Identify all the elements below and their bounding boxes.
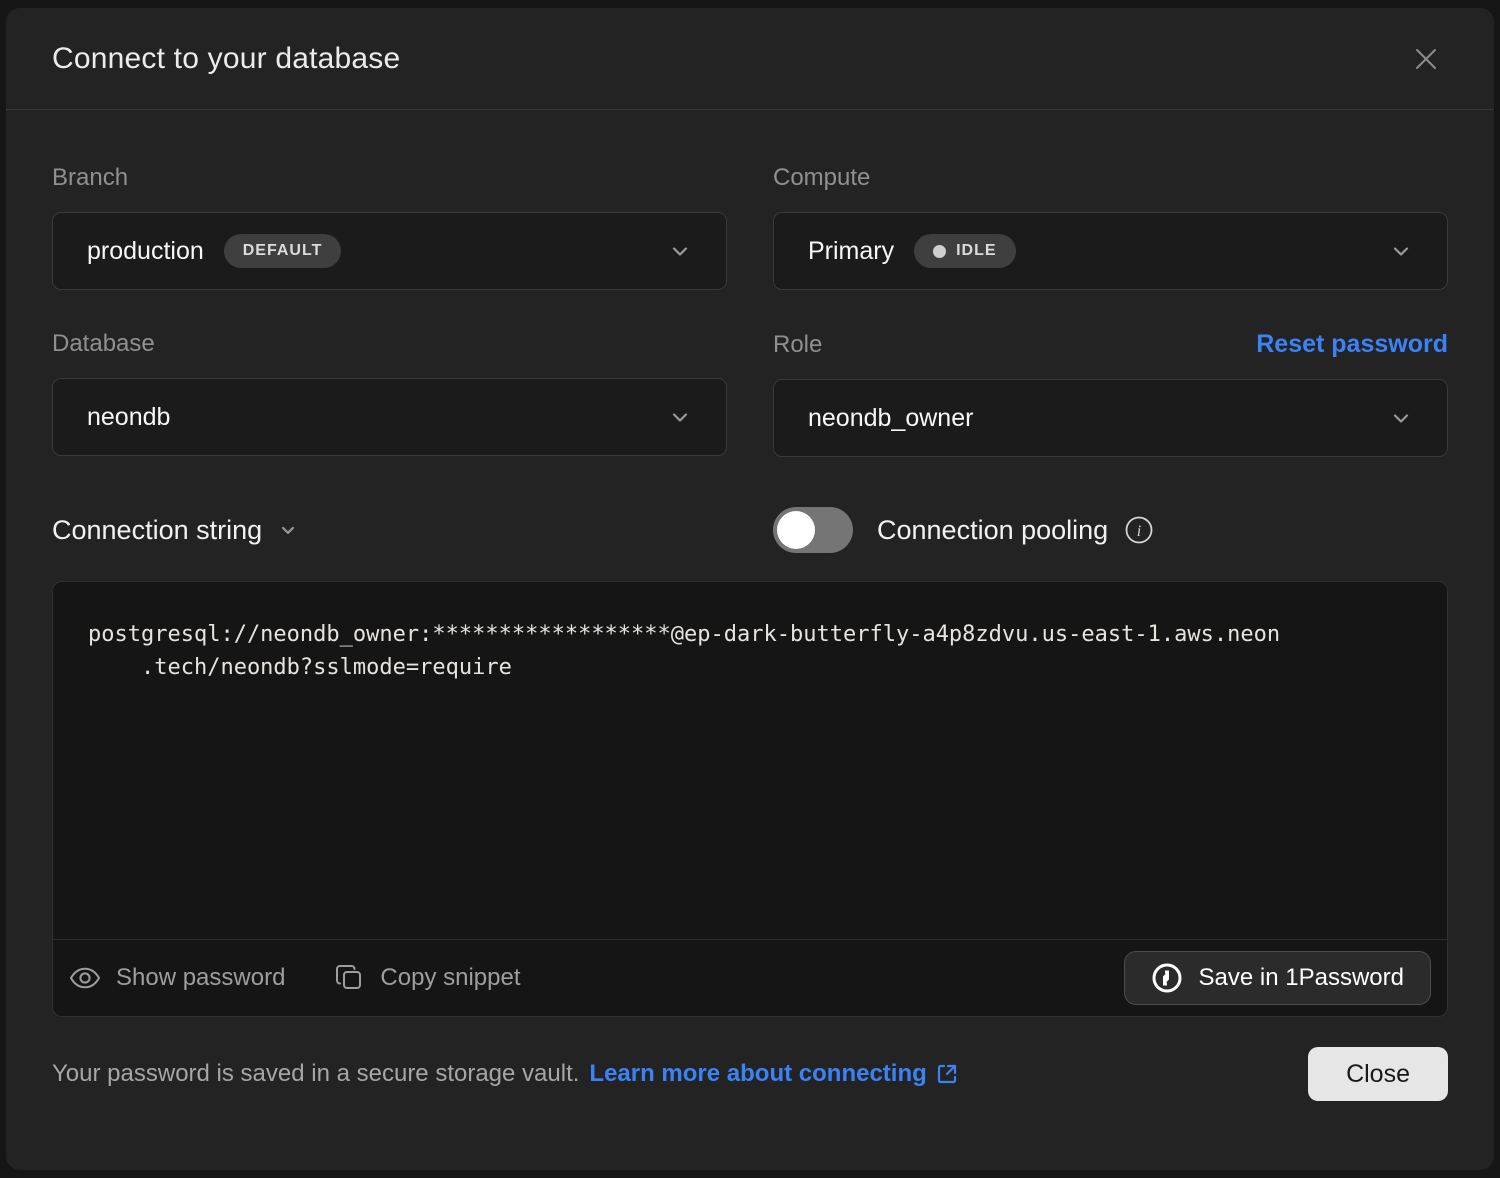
branch-select[interactable]: production DEFAULT <box>52 212 727 290</box>
database-select[interactable]: neondb <box>52 378 727 456</box>
copy-snippet-label: Copy snippet <box>380 964 520 992</box>
branch-label: Branch <box>52 164 128 192</box>
idle-badge-label: IDLE <box>956 242 996 260</box>
connection-string-value[interactable]: postgresql://neondb_owner:**************… <box>53 582 1447 939</box>
show-password-label: Show password <box>116 964 285 992</box>
chevron-down-icon <box>668 405 692 429</box>
default-badge: DEFAULT <box>224 234 342 268</box>
modal-title: Connect to your database <box>52 42 400 76</box>
branch-value: production <box>87 237 204 266</box>
save-in-1password-label: Save in 1Password <box>1199 964 1404 992</box>
copy-snippet-button[interactable]: Copy snippet <box>333 961 520 995</box>
info-icon[interactable]: i <box>1124 515 1154 545</box>
show-password-button[interactable]: Show password <box>67 960 285 996</box>
save-in-1password-button[interactable]: Save in 1Password <box>1124 951 1431 1005</box>
connect-database-modal: Connect to your database Branch producti… <box>6 8 1494 1170</box>
modal-body: Branch production DEFAULT Compute <box>6 110 1494 1170</box>
role-select[interactable]: neondb_owner <box>773 379 1448 457</box>
connection-string-actions: Show password Copy snippet <box>53 939 1447 1016</box>
1password-icon <box>1151 962 1183 994</box>
chevron-down-icon <box>278 520 298 540</box>
role-field-group: Role Reset password neondb_owner <box>773 330 1448 457</box>
modal-footer: Your password is saved in a secure stora… <box>52 1047 1448 1101</box>
external-link-icon <box>935 1062 959 1086</box>
reset-password-link[interactable]: Reset password <box>1256 330 1448 359</box>
connection-string-dropdown[interactable]: Connection string <box>52 515 727 546</box>
connection-pooling-row: Connection pooling i <box>773 507 1448 553</box>
role-label: Role <box>773 331 822 359</box>
compute-field-group: Compute Primary IDLE <box>773 164 1448 290</box>
connection-string-label: Connection string <box>52 515 262 546</box>
status-dot-icon <box>933 245 946 258</box>
compute-select[interactable]: Primary IDLE <box>773 212 1448 290</box>
connection-string-panel: postgresql://neondb_owner:**************… <box>52 581 1448 1017</box>
learn-more-link[interactable]: Learn more about connecting <box>589 1060 958 1088</box>
compute-value: Primary <box>808 237 894 266</box>
branch-field-group: Branch production DEFAULT <box>52 164 727 290</box>
password-vault-note: Your password is saved in a secure stora… <box>52 1060 959 1088</box>
compute-label: Compute <box>773 164 870 192</box>
svg-text:i: i <box>1137 523 1141 540</box>
close-icon <box>1410 43 1442 75</box>
database-label: Database <box>52 330 155 358</box>
role-value: neondb_owner <box>808 404 973 433</box>
chevron-down-icon <box>1389 239 1413 263</box>
copy-icon <box>333 961 367 995</box>
close-button[interactable] <box>1404 37 1448 81</box>
toggle-knob <box>777 511 815 549</box>
idle-badge: IDLE <box>914 234 1015 268</box>
close-modal-button[interactable]: Close <box>1308 1047 1448 1101</box>
eye-icon <box>67 960 103 996</box>
database-field-group: Database neondb <box>52 330 727 457</box>
connection-pooling-label: Connection pooling <box>877 515 1108 546</box>
learn-more-label: Learn more about connecting <box>589 1060 926 1088</box>
chevron-down-icon <box>1389 406 1413 430</box>
connection-pooling-toggle[interactable] <box>773 507 853 553</box>
modal-header: Connect to your database <box>6 8 1494 110</box>
chevron-down-icon <box>668 239 692 263</box>
database-value: neondb <box>87 403 170 432</box>
